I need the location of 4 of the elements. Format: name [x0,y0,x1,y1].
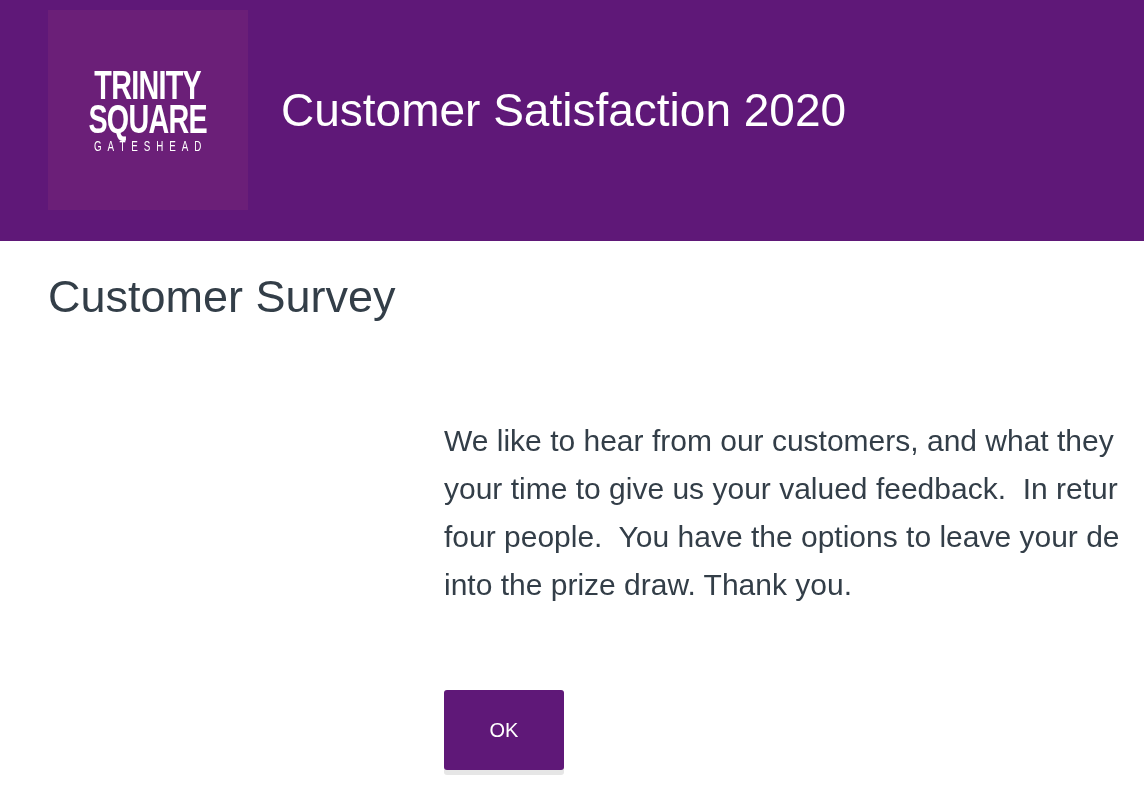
survey-heading: Customer Survey [48,270,397,324]
page-title: Customer Satisfaction 2020 [281,83,847,138]
intro-paragraph: We like to hear from our customers, and what they your time to give us your valued feedback. In retur four people. You have the options to leave your de into the prize draw. Thank you. [444,423,1121,603]
logo-wordmark: TRINITY SQUARE GATESHEAD [88,68,208,154]
